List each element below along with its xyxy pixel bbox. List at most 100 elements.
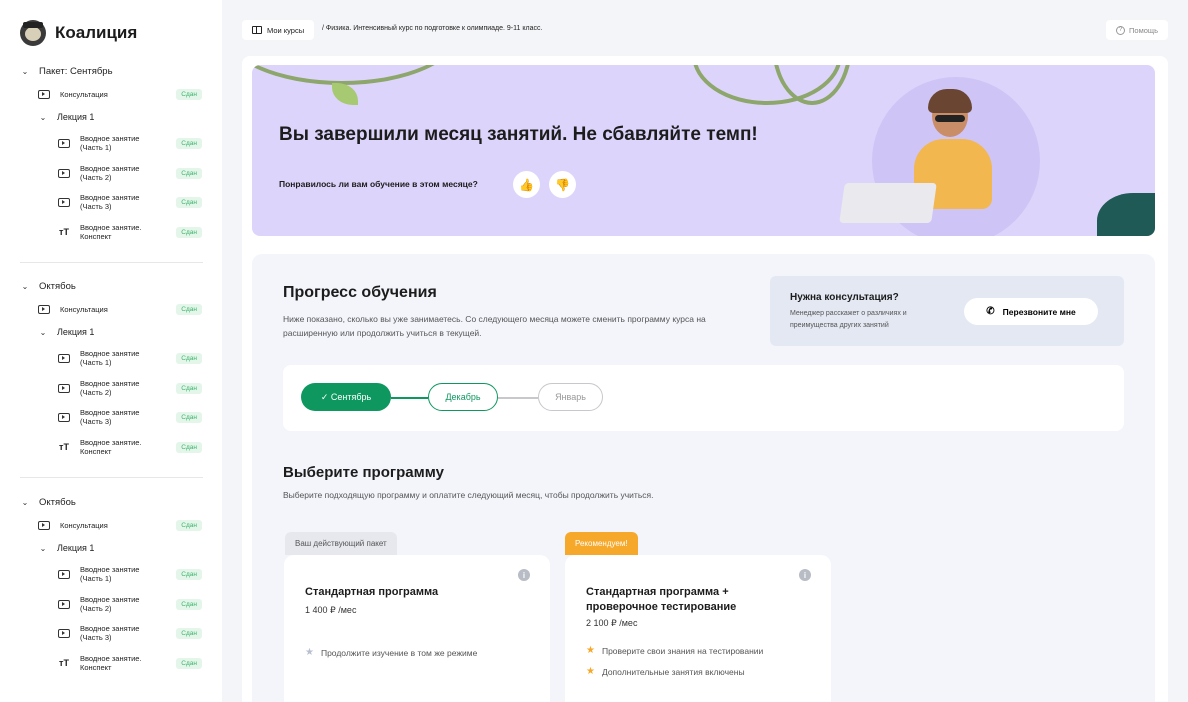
item-label: Консультация: [60, 90, 108, 99]
question-icon: ?: [1116, 25, 1126, 35]
consultation-title: Нужна консультация?: [790, 292, 899, 303]
section-header[interactable]: ⌄ Октябоь: [20, 497, 76, 508]
hero-title: Вы завершили месяц занятий. Не сбавляйте…: [279, 124, 758, 145]
current-package-tag: Ваш действующий пакет: [285, 532, 397, 555]
plan-card-standard-plus-testing[interactable]: i Стандартная программа + проверочное те…: [565, 555, 831, 702]
video-icon: [58, 569, 70, 579]
sidebar-item-lesson[interactable]: Вводное занятие (Часть 2) Сдан: [58, 595, 202, 613]
lecture-title: Лекция 1: [57, 543, 95, 553]
consultation-card: Нужна консультация? Менеджер расскажет о…: [770, 276, 1124, 346]
item-label-line2: Конспект: [80, 663, 112, 672]
item-label: Вводное занятие (Часть 3): [80, 624, 139, 642]
item-label-line2: (Часть 2): [80, 388, 112, 397]
sidebar-item-lesson[interactable]: Вводное занятие (Часть 1) Сдан: [58, 349, 202, 367]
section-header[interactable]: ⌄ Октябоь: [20, 281, 76, 292]
main-content: Вы завершили месяц занятий. Не сбавляйте…: [242, 56, 1168, 702]
status-badge: Сдан: [176, 569, 202, 580]
status-badge: Сдан: [176, 599, 202, 610]
text-icon: ᴛT: [59, 227, 69, 237]
star-icon: ★: [586, 645, 595, 656]
step-december[interactable]: Декабрь: [428, 383, 498, 411]
video-icon: [38, 305, 50, 314]
progress-title: Прогресс обучения: [283, 284, 437, 301]
video-icon: [58, 383, 70, 393]
sidebar-item-lesson[interactable]: Вводное занятие (Часть 1) Сдан: [58, 134, 202, 152]
video-icon: [58, 138, 70, 148]
my-courses-label: Мои курсы: [267, 25, 305, 35]
plan-feature-label: Продолжите изучение в том же режиме: [320, 647, 478, 658]
my-courses-button[interactable]: Мои курсы: [242, 20, 315, 40]
sidebar-item-lesson[interactable]: Вводное занятие (Часть 3) Сдан: [58, 193, 202, 211]
video-icon: [58, 353, 70, 363]
sidebar-item-lesson[interactable]: Вводное занятие (Часть 2) Сдан: [58, 379, 202, 397]
sidebar-item-lesson[interactable]: Вводное занятие (Часть 3) Сдан: [58, 624, 202, 642]
chevron-down-icon: ⌄: [39, 543, 47, 553]
feedback-question: Понравилось ли вам обучение в этом месяц…: [279, 179, 478, 189]
sidebar-item-lesson[interactable]: ᴛT Вводное занятие. Конспект Сдан: [58, 654, 202, 672]
video-icon: [58, 599, 70, 609]
status-badge: Сдан: [176, 197, 202, 208]
hero-banner: Вы завершили месяц занятий. Не сбавляйте…: [252, 65, 1155, 236]
sidebar: Коалиция ⌄ Пакет: Сентябрь Консультация Сда…: [0, 0, 222, 702]
plan-feature: ★ Дополнительные занятия включены: [586, 666, 745, 677]
item-label-line1: Вводное занятие: [80, 624, 140, 633]
help-button[interactable]: ? Помощь: [1106, 20, 1168, 40]
sidebar-item-lesson[interactable]: ᴛT Вводное занятие. Конспект Сдан: [58, 223, 202, 241]
status-badge: Сдан: [176, 442, 202, 453]
item-label-line1: Вводное занятие: [80, 408, 140, 417]
laptop-illustration: [839, 183, 937, 223]
step-september[interactable]: ✓ Сентябрь: [301, 383, 391, 411]
video-icon: [58, 168, 70, 178]
star-icon: ★: [586, 666, 595, 677]
item-label-line2: (Часть 2): [80, 173, 112, 182]
logo[interactable]: Коалиция: [20, 20, 137, 46]
lecture-title: Лекция 1: [57, 327, 95, 337]
video-icon: [58, 412, 70, 422]
step-january[interactable]: Январь: [538, 383, 603, 411]
sidebar-item-lesson[interactable]: Вводное занятие (Часть 2) Сдан: [58, 164, 202, 182]
sidebar-item-lesson[interactable]: ᴛT Вводное занятие. Конспект Сдан: [58, 438, 202, 456]
item-label-line2: Конспект: [80, 232, 112, 241]
text-icon: ᴛT: [59, 442, 69, 452]
sidebar-item-lesson[interactable]: Вводное занятие (Часть 1) Сдан: [58, 565, 202, 583]
thumbs-down-button[interactable]: 👎: [549, 171, 576, 198]
koala-logo-icon: [20, 20, 46, 46]
plan-feature-label: Дополнительные занятия включены: [601, 666, 745, 677]
plan-price: 2 100 ₽ /мес: [586, 618, 638, 628]
lecture-header[interactable]: ⌄ Лекция 1: [38, 112, 95, 122]
plan-price: 1 400 ₽ /мес: [305, 605, 357, 615]
item-label: Вводное занятие. Конспект: [80, 438, 142, 456]
video-icon: [38, 521, 50, 530]
item-label-line2: (Часть 1): [80, 143, 112, 152]
section-header[interactable]: ⌄ Пакет: Сентябрь: [20, 66, 113, 77]
sidebar-item-consultation[interactable]: Консультация Сдан: [38, 304, 202, 315]
item-label-line1: Вводное занятие: [80, 349, 140, 358]
month-timeline: ✓ Сентябрь Декабрь Январь: [283, 365, 1124, 431]
info-icon[interactable]: i: [799, 569, 811, 581]
topbar: Мои курсы / Физика. Интенсивный курс по …: [222, 0, 1188, 56]
lecture-header[interactable]: ⌄ Лекция 1: [38, 543, 95, 553]
timeline-connector: [391, 397, 428, 399]
status-badge: Сдан: [176, 168, 202, 179]
sidebar-item-consultation[interactable]: Консультация Сдан: [38, 89, 202, 100]
consultation-description: Менеджер расскажет о различиях и преимущ…: [790, 310, 907, 329]
callback-button[interactable]: ✆ Перезвоните мне: [964, 298, 1098, 325]
sidebar-item-consultation[interactable]: Консультация Сдан: [38, 520, 202, 531]
item-label-line1: Вводное занятие.: [80, 654, 142, 663]
status-badge: Сдан: [176, 353, 202, 364]
item-label-line1: Вводное занятие: [80, 164, 140, 173]
thumbs-up-button[interactable]: 👍: [513, 171, 540, 198]
progress-panel: Прогресс обучения Ниже показано, сколько…: [252, 254, 1155, 702]
palm-leaf-decoration: [1097, 193, 1155, 236]
lecture-header[interactable]: ⌄ Лекция 1: [38, 327, 95, 337]
info-icon[interactable]: i: [518, 569, 530, 581]
item-label: Вводное занятие (Часть 3): [80, 408, 139, 426]
sidebar-item-lesson[interactable]: Вводное занятие (Часть 3) Сдан: [58, 408, 202, 426]
item-label-line1: Вводное занятие: [80, 134, 140, 143]
item-label-line2: (Часть 1): [80, 358, 112, 367]
text-icon: ᴛT: [59, 658, 69, 668]
book-icon: [252, 26, 262, 34]
plan-card-standard[interactable]: i Стандартная программа 1 400 ₽ /мес ★ П…: [284, 555, 550, 702]
video-icon: [58, 628, 70, 638]
logo-text: Коалиция: [55, 23, 138, 42]
